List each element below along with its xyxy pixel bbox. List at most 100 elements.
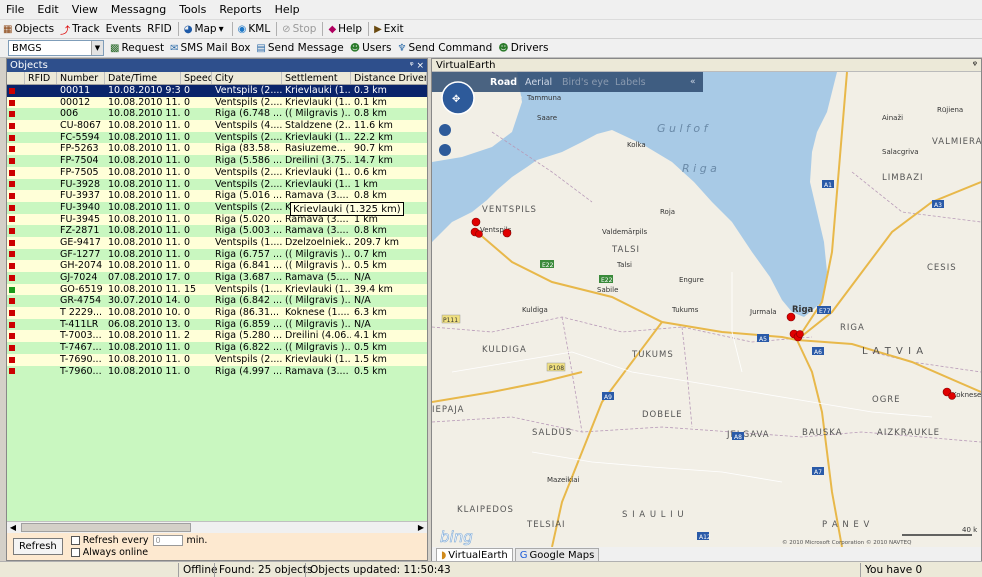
track-button[interactable]: ⤴ Track — [60, 22, 99, 37]
toolbar-separator — [368, 22, 370, 36]
table-row[interactable]: FP-7504 10.08.2010 11... 0 Riga (5.586 ... D… — [7, 155, 427, 167]
zoom-in-icon[interactable] — [439, 124, 451, 136]
table-row[interactable]: T-7690... 10.08.2010 11... 0 Ventspils (2..… — [7, 353, 427, 366]
city-cell: Riga (5.020 ... — [215, 213, 282, 225]
table-row[interactable]: 00012 10.08.2010 11... 0 Ventspils (2.... Kr… — [7, 96, 427, 109]
map-view[interactable]: G u l f o f R i g a VENTSPILS TALSI KULD… — [432, 72, 981, 547]
column-header-distance[interactable]: Distance Driven — [351, 72, 427, 84]
column-header-datetime[interactable]: Date/Time — [105, 72, 181, 84]
status-square-icon — [9, 321, 15, 328]
send-command-button[interactable]: ♆ Send Command — [398, 42, 493, 54]
menu-tools[interactable]: Tools — [179, 3, 206, 16]
group-combo[interactable]: BMGS ▼ — [8, 40, 104, 56]
scroll-right-icon[interactable]: ▶ — [415, 522, 427, 533]
column-header-speed[interactable]: Speed — [181, 72, 212, 84]
sms-mail-box-button[interactable]: ✉ SMS Mail Box — [170, 42, 250, 54]
tab-virtualearth[interactable]: ◗ VirtualEarth — [436, 548, 513, 561]
column-header-number[interactable]: Number — [57, 72, 105, 84]
table-row[interactable]: GJ-7024 07.08.2010 17... 0 Riga (3.687 ... R… — [7, 272, 427, 284]
status-cell — [7, 155, 25, 167]
drivers-button[interactable]: ☻ Drivers — [498, 42, 548, 54]
view-mode-aerial[interactable]: Aerial — [525, 77, 552, 88]
map-canvas[interactable]: G u l f o f R i g a VENTSPILS TALSI KULD… — [432, 72, 981, 547]
datetime-cell: 30.07.2010 14... — [108, 295, 181, 307]
status-cell — [7, 354, 25, 366]
panel-pin-icon[interactable]: ᵠ — [973, 60, 977, 71]
horizontal-scrollbar[interactable]: ◀ ▶ — [7, 521, 427, 533]
menu-file[interactable]: File — [6, 3, 24, 16]
table-row[interactable]: GF-1277 10.08.2010 11... 0 Riga (6.757 ...(… — [7, 248, 427, 261]
number-cell: 006 — [60, 108, 79, 120]
settlement-cell: Dzelzoelniek... — [285, 236, 351, 248]
events-button[interactable]: Events — [106, 23, 142, 35]
table-row[interactable]: T 2229... 10.08.2010 10... 0 Riga (86.31...… — [7, 307, 427, 319]
menu-messagng[interactable]: Messagng — [111, 3, 166, 16]
table-row[interactable]: FU-3928 10.08.2010 11... 0 Ventspils (2....… — [7, 178, 427, 191]
send-message-button[interactable]: ▤ Send Message — [256, 42, 343, 54]
vehicle-marker[interactable] — [475, 230, 483, 238]
view-mode-birdseye[interactable]: Bird's eye — [562, 77, 609, 88]
scroll-left-icon[interactable]: ◀ — [7, 522, 19, 533]
refresh-button[interactable]: Refresh — [13, 538, 63, 555]
refresh-every-checkbox[interactable] — [70, 536, 80, 545]
menu-reports[interactable]: Reports — [219, 3, 261, 16]
tab-google-maps[interactable]: G Google Maps — [514, 548, 600, 561]
panel-pin-close-icon[interactable]: ᵠ × — [410, 61, 424, 71]
vehicle-marker[interactable] — [471, 217, 481, 227]
datetime-cell: 10.08.2010 11... — [108, 201, 181, 213]
request-icon: ▩ — [110, 42, 120, 54]
status-square-icon — [9, 356, 15, 363]
table-row[interactable]: GH-2074 10.08.2010 11... 0 Riga (6.841 ...(… — [7, 260, 427, 272]
column-header-status[interactable] — [7, 72, 25, 84]
exit-button[interactable]: ▶ Exit — [374, 23, 404, 35]
table-row[interactable]: CU-8067 10.08.2010 11... 0 Ventspils (4....… — [7, 120, 427, 132]
view-mode-road[interactable]: Road — [490, 77, 517, 88]
table-row[interactable]: FU-3937 10.08.2010 11... 0 Riga (5.016 ... R… — [7, 190, 427, 202]
table-row[interactable]: 00011 10.08.2010 9:36 0 Ventspils (2.... Kri… — [7, 85, 427, 97]
refresh-interval-stepper[interactable]: 0 — [152, 535, 183, 546]
table-row[interactable]: FC-5594 10.08.2010 11... 0 Ventspils (2....… — [7, 131, 427, 144]
status-square-icon — [9, 263, 15, 270]
request-button[interactable]: ▩ Request — [110, 42, 164, 54]
vehicle-marker[interactable] — [786, 312, 796, 322]
speed-cell: 0 — [184, 213, 191, 225]
stop-button[interactable]: ⊘ Stop — [282, 23, 316, 35]
number-cell: T-7960... — [60, 365, 102, 377]
map-button[interactable]: ◕ Map ▾ — [184, 23, 226, 35]
vehicle-marker[interactable] — [948, 392, 956, 400]
table-row[interactable]: GR-4754 30.07.2010 14... 0 Riga (6.842 ...(… — [7, 295, 427, 308]
column-header-settlement[interactable]: Settlement — [282, 72, 351, 84]
rfid-button[interactable]: RFID — [147, 23, 172, 35]
column-header-city[interactable]: City — [212, 72, 282, 84]
menu-help[interactable]: Help — [275, 3, 300, 16]
table-row[interactable]: T-7467... 10.08.2010 11... 0 Riga (6.822 ..… — [7, 342, 427, 354]
table-row[interactable]: T-7960... 10.08.2010 11... 0 Riga (4.997 ..… — [7, 365, 427, 378]
menu-edit[interactable]: Edit — [37, 3, 58, 16]
datetime-cell: 10.08.2010 9:36 — [108, 85, 181, 96]
table-row[interactable]: FP-7505 10.08.2010 11... 0 Ventspils (2....… — [7, 166, 427, 179]
table-row[interactable]: 006 10.08.2010 11... 0 Riga (6.748 ...(( Mi… — [7, 108, 427, 121]
view-mode-labels[interactable]: Labels — [615, 77, 646, 88]
collapse-icon[interactable]: « — [690, 77, 696, 87]
help-button[interactable]: ◆ Help — [328, 23, 362, 35]
scroll-thumb[interactable] — [21, 523, 191, 532]
column-header-rfid[interactable]: RFID — [25, 72, 57, 84]
table-row[interactable]: GE-9417 10.08.2010 11... 0 Ventspils (1....… — [7, 236, 427, 249]
table-row[interactable]: GO-6519 10.08.2010 11... 15 Ventspils (1...… — [7, 283, 427, 296]
kml-button[interactable]: ◉ KML — [238, 23, 271, 35]
menu-view[interactable]: View — [72, 3, 98, 16]
table-row[interactable]: T-411LR 06.08.2010 13... 0 Riga (6.859 ...(… — [7, 318, 427, 331]
zoom-out-icon[interactable] — [439, 144, 451, 156]
table-row[interactable]: FZ-2871 10.08.2010 11... 0 Riga (5.003 ... R… — [7, 225, 427, 237]
datetime-cell: 10.08.2010 11... — [108, 96, 181, 108]
vehicle-marker[interactable] — [502, 228, 512, 238]
vehicle-marker[interactable] — [796, 330, 804, 338]
chevron-down-icon[interactable]: ▼ — [91, 41, 103, 55]
menu-bar: File Edit View Messagng Tools Reports Help — [0, 0, 982, 20]
number-cell: FP-5263 — [60, 143, 99, 155]
table-row[interactable]: T-7003... 10.08.2010 11... 2 Riga (5.280 ..… — [7, 330, 427, 343]
objects-button[interactable]: ▦ Objects — [3, 23, 54, 35]
always-online-checkbox[interactable] — [70, 548, 80, 557]
table-row[interactable]: FP-5263 10.08.2010 11... 0 Riga (83.58... Ra… — [7, 143, 427, 156]
users-button[interactable]: ☻ Users — [350, 42, 392, 54]
